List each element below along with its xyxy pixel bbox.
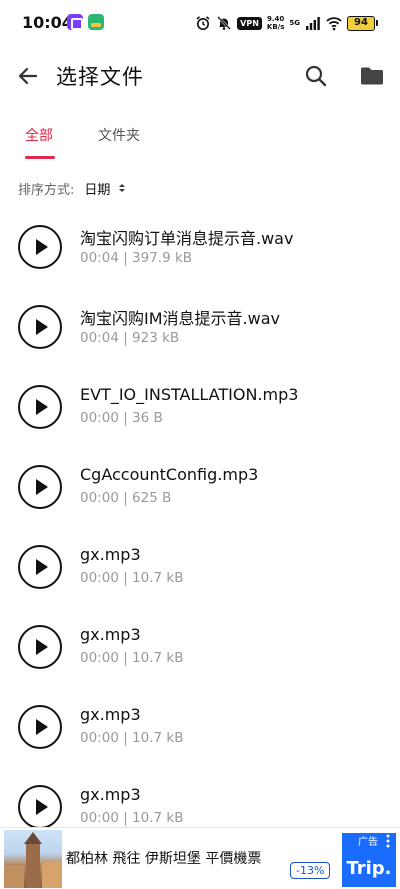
- sort-caret-icon[interactable]: [118, 182, 126, 194]
- signal-icon: [306, 17, 320, 30]
- sort-selector[interactable]: 排序方式: 日期: [18, 178, 126, 198]
- ad-brand-text: Trip.: [346, 858, 392, 879]
- play-button[interactable]: [18, 545, 62, 589]
- vpn-badge: VPN: [237, 16, 262, 30]
- file-meta: 00:00 | 36 B: [80, 410, 163, 426]
- play-button[interactable]: [18, 305, 62, 349]
- network-type-label: 5G: [289, 19, 300, 27]
- status-bar: 10:04 VPN 9.40 KB/s 5G 94: [0, 0, 400, 46]
- status-indicators: VPN 9.40 KB/s 5G 94: [195, 12, 378, 34]
- network-speed-unit: KB/s: [266, 23, 285, 31]
- tab-bar: 全部 文件夹: [0, 120, 400, 162]
- file-name: gx.mp3: [80, 705, 141, 724]
- tab-all[interactable]: 全部: [25, 125, 53, 145]
- game-notification-icon: [88, 14, 104, 30]
- file-name: CgAccountConfig.mp3: [80, 465, 259, 484]
- back-arrow-icon[interactable]: [14, 62, 42, 90]
- file-list: 淘宝闪购订单消息提示音.wav 00:04 | 397.9 kB 淘宝闪购IM消…: [0, 205, 400, 845]
- file-item[interactable]: gx.mp3 00:00 | 10.7 kB: [0, 685, 400, 765]
- play-icon: [36, 479, 48, 495]
- file-meta: 00:04 | 923 kB: [80, 330, 180, 346]
- wifi-icon: [326, 17, 342, 31]
- play-icon: [36, 639, 48, 655]
- active-tab-indicator: [25, 156, 55, 159]
- battery-icon: 94: [347, 15, 378, 31]
- file-name: gx.mp3: [80, 625, 141, 644]
- network-speed: 9.40 KB/s: [267, 15, 284, 31]
- sort-label: 排序方式:: [18, 182, 75, 198]
- ad-photo[interactable]: [4, 830, 62, 888]
- file-item[interactable]: gx.mp3 00:00 | 10.7 kB: [0, 605, 400, 685]
- file-meta: 00:00 | 625 B: [80, 490, 172, 506]
- file-item[interactable]: gx.mp3 00:00 | 10.7 kB: [0, 525, 400, 605]
- play-button[interactable]: [18, 705, 62, 749]
- file-name: 淘宝闪购订单消息提示音.wav: [80, 229, 294, 248]
- mute-bell-icon: [217, 16, 231, 30]
- play-button[interactable]: [18, 625, 62, 669]
- file-item[interactable]: 淘宝闪购订单消息提示音.wav 00:04 | 397.9 kB: [0, 205, 400, 285]
- network-speed-value: 9.40: [266, 15, 285, 23]
- ad-banner[interactable]: 都柏林 飛往 伊斯坦堡 平價機票 -13% Trip. 广告: [0, 827, 400, 889]
- play-button[interactable]: [18, 225, 62, 269]
- sort-value[interactable]: 日期: [84, 179, 110, 198]
- folder-icon[interactable]: [358, 62, 386, 90]
- status-time: 10:04: [22, 13, 73, 32]
- file-name: gx.mp3: [80, 545, 141, 564]
- file-item[interactable]: 淘宝闪购IM消息提示音.wav 00:04 | 923 kB: [0, 285, 400, 365]
- file-meta: 00:00 | 10.7 kB: [80, 730, 184, 746]
- file-name: EVT_IO_INSTALLATION.mp3: [80, 385, 299, 404]
- battery-tip: [376, 20, 378, 26]
- file-item[interactable]: CgAccountConfig.mp3 00:00 | 625 B: [0, 445, 400, 525]
- file-name: gx.mp3: [80, 785, 141, 804]
- top-app-bar: 选择文件: [0, 50, 400, 102]
- play-button[interactable]: [18, 785, 62, 829]
- page-title: 选择文件: [56, 65, 144, 89]
- more-options-icon[interactable]: [386, 834, 390, 848]
- app-notification-icon: [67, 14, 83, 30]
- play-icon: [36, 319, 48, 335]
- ad-discount-badge: -13%: [290, 862, 331, 879]
- file-item[interactable]: EVT_IO_INSTALLATION.mp3 00:00 | 36 B: [0, 365, 400, 445]
- file-name: 淘宝闪购IM消息提示音.wav: [80, 309, 280, 328]
- play-button[interactable]: [18, 465, 62, 509]
- play-icon: [36, 799, 48, 815]
- ad-text[interactable]: 都柏林 飛往 伊斯坦堡 平價機票: [66, 848, 261, 868]
- file-meta: 00:00 | 10.7 kB: [80, 650, 184, 666]
- alarm-icon: [196, 16, 210, 30]
- ad-tag: 广告: [358, 837, 378, 848]
- network-type: 5G: [289, 19, 300, 27]
- play-icon: [36, 719, 48, 735]
- play-button[interactable]: [18, 385, 62, 429]
- battery-level: 94: [347, 15, 375, 31]
- file-meta: 00:00 | 10.7 kB: [80, 810, 184, 826]
- play-icon: [36, 399, 48, 415]
- play-icon: [36, 559, 48, 575]
- file-meta: 00:04 | 397.9 kB: [80, 250, 193, 266]
- play-icon: [36, 239, 48, 255]
- tab-folders[interactable]: 文件夹: [98, 125, 140, 145]
- file-meta: 00:00 | 10.7 kB: [80, 570, 184, 586]
- search-icon[interactable]: [302, 62, 330, 90]
